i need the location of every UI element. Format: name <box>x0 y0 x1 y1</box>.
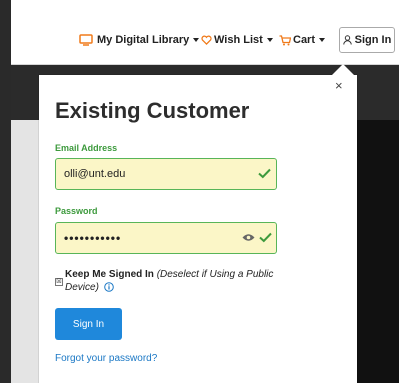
nav-library-label: My Digital Library <box>97 34 190 46</box>
window-frame-left <box>0 0 11 383</box>
page-background-dark <box>357 120 399 383</box>
header-sign-in-label: Sign In <box>354 34 392 46</box>
password-label: Password <box>55 206 98 216</box>
password-field-container <box>55 222 277 254</box>
login-title: Existing Customer <box>55 98 250 123</box>
keep-signed-in-checkbox[interactable]: ☒ <box>55 278 63 286</box>
heart-icon <box>201 35 212 45</box>
forgot-password-link[interactable]: Forgot your password? <box>55 353 157 364</box>
monitor-icon <box>79 34 93 46</box>
email-label: Email Address <box>55 143 118 153</box>
header-bar: My Digital Library Wish List Cart Sign I… <box>11 0 399 65</box>
cart-icon <box>279 34 291 45</box>
nav-cart[interactable]: Cart <box>279 30 326 50</box>
keep-signed-in-text: Keep Me Signed In (Deselect if Using a P… <box>65 268 275 294</box>
nav-cart-label: Cart <box>293 34 316 46</box>
user-icon <box>342 35 352 45</box>
password-input[interactable] <box>56 223 236 253</box>
email-input[interactable] <box>56 159 236 189</box>
chevron-down-icon <box>193 38 200 42</box>
header-sign-in-button[interactable]: Sign In <box>339 27 395 53</box>
chevron-down-icon <box>319 38 326 42</box>
eye-icon[interactable] <box>242 233 255 242</box>
sign-in-button[interactable]: Sign In <box>55 308 122 340</box>
nav-my-digital-library[interactable]: My Digital Library <box>79 30 200 50</box>
checkmark-icon <box>258 168 271 179</box>
checkmark-icon <box>259 232 272 243</box>
nav-wishlist-label: Wish List <box>214 34 263 46</box>
info-icon[interactable] <box>103 282 114 292</box>
keep-signed-in-label: Keep Me Signed In <box>65 269 154 280</box>
email-field-container <box>55 158 277 190</box>
close-button[interactable]: × <box>335 79 343 92</box>
chevron-down-icon <box>266 38 273 42</box>
nav-wish-list[interactable]: Wish List <box>201 30 273 50</box>
popover-pointer <box>332 64 354 75</box>
